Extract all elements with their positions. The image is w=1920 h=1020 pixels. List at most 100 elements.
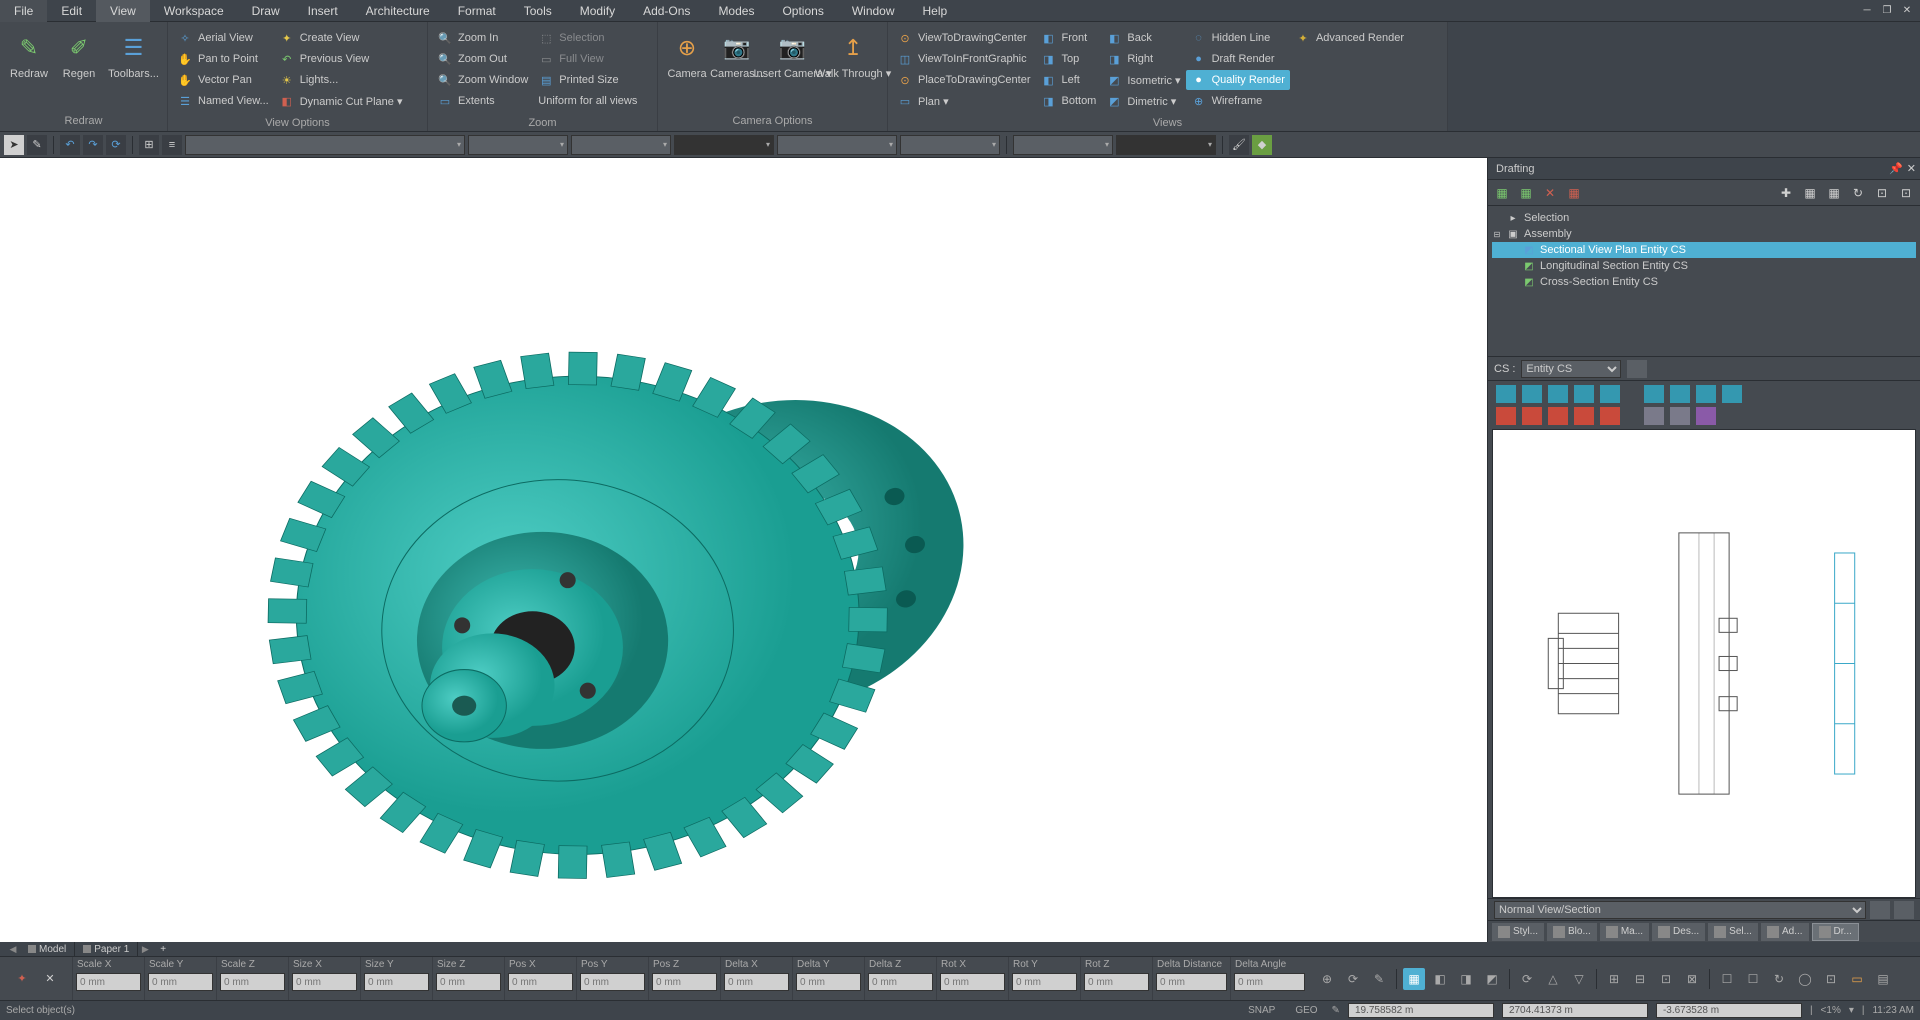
vector-pan-button[interactable]: ✋Vector Pan bbox=[172, 70, 274, 90]
tab-prev-icon[interactable]: ◀ bbox=[6, 942, 20, 956]
menu-architecture[interactable]: Architecture bbox=[352, 0, 444, 22]
top-button[interactable]: ◨Top bbox=[1036, 49, 1102, 69]
combo-6[interactable] bbox=[900, 135, 1000, 155]
tab-paper1[interactable]: Paper 1 bbox=[75, 942, 138, 956]
prop-input[interactable] bbox=[652, 973, 717, 991]
aerial-view-button[interactable]: ✧Aerial View bbox=[172, 28, 274, 48]
layers-icon[interactable]: ≡ bbox=[162, 135, 182, 155]
panel-close-icon[interactable]: ✕ bbox=[1907, 162, 1916, 175]
regen-button[interactable]: ✐ Regen bbox=[54, 28, 104, 109]
combo-8[interactable] bbox=[1116, 135, 1216, 155]
pi-7[interactable]: ⟳ bbox=[1516, 968, 1538, 990]
view-to-center-button[interactable]: ⊙ViewToDrawingCenter bbox=[892, 28, 1036, 48]
pi-10[interactable]: ⊞ bbox=[1603, 968, 1625, 990]
uniform-views-button[interactable]: Uniform for all views bbox=[533, 91, 642, 111]
pi-15[interactable]: ☐ bbox=[1742, 968, 1764, 990]
view-cube-8[interactable] bbox=[1696, 385, 1716, 403]
prop-input[interactable] bbox=[436, 973, 501, 991]
pi-18[interactable]: ⊡ bbox=[1820, 968, 1842, 990]
panel-tab-add[interactable]: Ad... bbox=[1761, 923, 1809, 941]
zoom-out-button[interactable]: 🔍Zoom Out bbox=[432, 49, 533, 69]
folder-icon[interactable]: ▦ bbox=[1516, 183, 1536, 203]
draft-render-button[interactable]: ●Draft Render bbox=[1186, 49, 1290, 69]
extents-button[interactable]: ▭Extents bbox=[432, 91, 533, 111]
combo-4[interactable] bbox=[674, 135, 774, 155]
pointer-icon[interactable]: ➤ bbox=[4, 135, 24, 155]
preset-button[interactable] bbox=[1627, 360, 1647, 378]
redraw-button[interactable]: ✎ Redraw bbox=[4, 28, 54, 109]
panel-tab-blocks[interactable]: Blo... bbox=[1547, 923, 1597, 941]
sect-cube-3[interactable] bbox=[1548, 407, 1568, 425]
prop-input[interactable] bbox=[76, 973, 141, 991]
menu-format[interactable]: Format bbox=[444, 0, 510, 22]
green-tool-icon[interactable]: ◆ bbox=[1252, 135, 1272, 155]
lights-button[interactable]: ☀Lights... bbox=[274, 70, 408, 90]
prop-input[interactable] bbox=[1012, 973, 1077, 991]
prop-input[interactable] bbox=[220, 973, 285, 991]
combo-5[interactable] bbox=[777, 135, 897, 155]
hidden-line-button[interactable]: ◌Hidden Line bbox=[1186, 28, 1290, 48]
back-button[interactable]: ◧Back bbox=[1101, 28, 1185, 48]
clear-icon[interactable]: ▦ bbox=[1564, 183, 1584, 203]
nv-btn-1[interactable] bbox=[1870, 901, 1890, 919]
zoom-window-button[interactable]: 🔍Zoom Window bbox=[432, 70, 533, 90]
create-view-button[interactable]: ✦Create View bbox=[274, 28, 408, 48]
zoom-in-button[interactable]: 🔍Zoom In bbox=[432, 28, 533, 48]
menu-file[interactable]: File bbox=[0, 0, 47, 22]
sect-cube-7[interactable] bbox=[1670, 407, 1690, 425]
menu-window[interactable]: Window bbox=[838, 0, 909, 22]
place-center-button[interactable]: ⊙PlaceToDrawingCenter bbox=[892, 70, 1036, 90]
nv-btn-2[interactable] bbox=[1894, 901, 1914, 919]
undo-icon[interactable]: ↶ bbox=[60, 135, 80, 155]
pi-11[interactable]: ⊟ bbox=[1629, 968, 1651, 990]
prop-input[interactable] bbox=[580, 973, 645, 991]
view-cube-5[interactable] bbox=[1600, 385, 1620, 403]
sect-cube-2[interactable] bbox=[1522, 407, 1542, 425]
close-icon[interactable]: ✕ bbox=[1898, 4, 1916, 18]
close-prop-icon[interactable]: ✕ bbox=[39, 968, 61, 990]
sect-cube-6[interactable] bbox=[1644, 407, 1664, 425]
combo-3[interactable] bbox=[571, 135, 671, 155]
pi-grid[interactable]: ▦ bbox=[1403, 968, 1425, 990]
menu-view[interactable]: View bbox=[96, 0, 150, 22]
toolbars-button[interactable]: ☰ Toolbars... bbox=[104, 28, 163, 109]
plan-button[interactable]: ▭Plan ▾ bbox=[892, 91, 1036, 111]
combo-2[interactable] bbox=[468, 135, 568, 155]
minimize-icon[interactable]: ─ bbox=[1858, 4, 1876, 18]
view-cube-9[interactable] bbox=[1722, 385, 1742, 403]
previous-view-button[interactable]: ↶Previous View bbox=[274, 49, 408, 69]
tree-longitudinal[interactable]: ◩Longitudinal Section Entity CS bbox=[1492, 258, 1916, 274]
panel-tab-design[interactable]: Des... bbox=[1652, 923, 1705, 941]
zoom-dropdown-icon[interactable]: ▾ bbox=[1849, 1005, 1854, 1016]
pi-17[interactable]: ◯ bbox=[1794, 968, 1816, 990]
pi-20[interactable]: ▤ bbox=[1872, 968, 1894, 990]
pi-6[interactable]: ◩ bbox=[1481, 968, 1503, 990]
view-cube-7[interactable] bbox=[1670, 385, 1690, 403]
sect-cube-1[interactable] bbox=[1496, 407, 1516, 425]
grid-icon[interactable]: ⊞ bbox=[139, 135, 159, 155]
camera-button[interactable]: ⊕ Camera bbox=[662, 28, 712, 109]
redo-icon[interactable]: ↷ bbox=[83, 135, 103, 155]
view-cube-3[interactable] bbox=[1548, 385, 1568, 403]
delete-icon[interactable]: ✕ bbox=[1540, 183, 1560, 203]
tree-selection[interactable]: ▸Selection bbox=[1492, 210, 1916, 226]
menu-help[interactable]: Help bbox=[909, 0, 962, 22]
section-preview[interactable] bbox=[1492, 429, 1916, 898]
pan-to-point-button[interactable]: ✋Pan to Point bbox=[172, 49, 274, 69]
pi-3[interactable]: ✎ bbox=[1368, 968, 1390, 990]
quality-render-button[interactable]: ●Quality Render bbox=[1186, 70, 1290, 90]
prop-input[interactable] bbox=[724, 973, 789, 991]
pi-4[interactable]: ◧ bbox=[1429, 968, 1451, 990]
coord-x[interactable] bbox=[1348, 1003, 1494, 1018]
tag2-icon[interactable]: ▦ bbox=[1824, 183, 1844, 203]
pi-9[interactable]: ▽ bbox=[1568, 968, 1590, 990]
tree-sectional[interactable]: ◩Sectional View Plan Entity CS bbox=[1492, 242, 1916, 258]
rotate-icon[interactable]: ⟳ bbox=[106, 135, 126, 155]
dynamic-cut-plane-button[interactable]: ◧Dynamic Cut Plane ▾ bbox=[274, 91, 408, 111]
tab-model[interactable]: Model bbox=[20, 942, 75, 956]
pi-12[interactable]: ⊡ bbox=[1655, 968, 1677, 990]
refresh-panel-icon[interactable]: ↻ bbox=[1848, 183, 1868, 203]
view-cube-4[interactable] bbox=[1574, 385, 1594, 403]
prop-input[interactable] bbox=[292, 973, 357, 991]
isometric-button[interactable]: ◩Isometric ▾ bbox=[1101, 70, 1185, 90]
